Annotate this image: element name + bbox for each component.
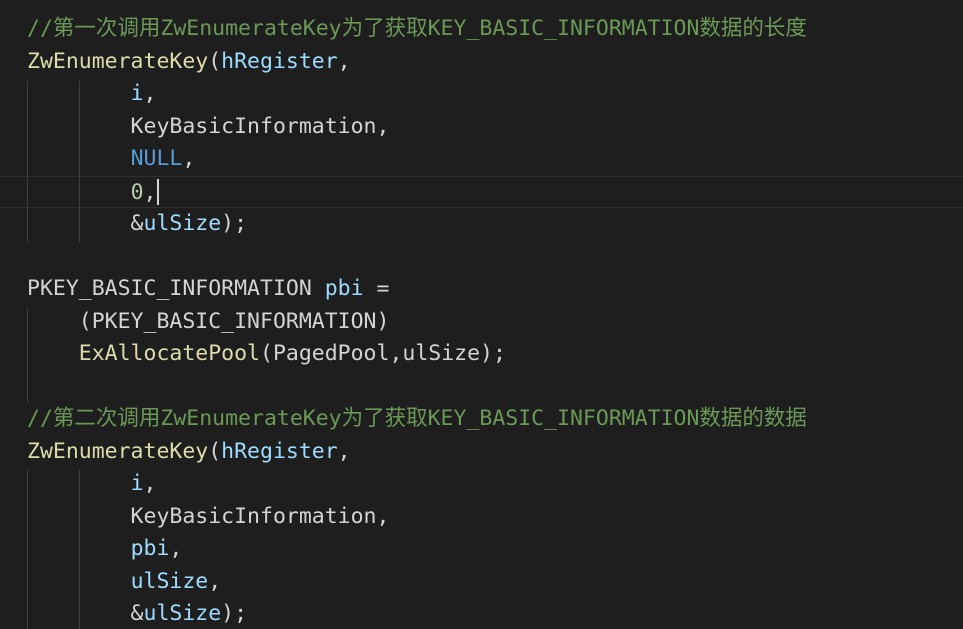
code-text: NULL, — [27, 143, 196, 176]
code-token: , — [143, 471, 157, 496]
code-text: (PKEY_BASIC_INFORMATION) — [27, 306, 390, 339]
code-token: (PagedPool,ulSize); — [260, 341, 506, 366]
code-token: , — [169, 536, 183, 561]
code-line[interactable]: (PKEY_BASIC_INFORMATION) — [0, 306, 963, 339]
code-token: ExAllocatePool — [78, 341, 260, 366]
code-token: ulSize — [143, 211, 222, 236]
code-line[interactable]: ulSize, — [0, 566, 963, 599]
code-token: ulSize — [130, 568, 209, 594]
code-text: i, — [27, 78, 157, 111]
code-text: ulSize, — [27, 566, 222, 599]
code-line[interactable]: NULL, — [0, 143, 963, 176]
indent-guide — [79, 470, 80, 629]
code-line[interactable]: //第一次调用ZwEnumerateKey为了获取KEY_BASIC_INFOR… — [0, 13, 963, 46]
code-token: hRegister — [221, 438, 338, 464]
code-text: KeyBasicInformation, — [27, 111, 390, 144]
indent-guide — [27, 470, 28, 629]
indent-guide — [27, 81, 28, 242]
code-line[interactable]: &ulSize); — [0, 208, 963, 241]
code-line[interactable]: KeyBasicInformation, — [0, 501, 963, 534]
code-text: 0, — [27, 177, 157, 210]
code-token: KeyBasicInformation, — [27, 113, 390, 139]
code-text: ZwEnumerateKey(hRegister, — [27, 46, 351, 79]
code-line[interactable]: i, — [0, 78, 963, 111]
code-token: ZwEnumerateKey — [27, 48, 209, 74]
code-token: i — [130, 471, 144, 496]
code-token: KeyBasicInformation, — [27, 503, 390, 529]
code-token: ( — [208, 48, 222, 74]
code-token: //第一次调用ZwEnumerateKey为了获取KEY_BASIC_INFOR… — [27, 16, 807, 41]
code-line[interactable]: ZwEnumerateKey(hRegister, — [0, 436, 963, 469]
code-token: i — [130, 81, 144, 106]
code-line[interactable] — [0, 241, 963, 274]
code-token: = — [363, 276, 390, 301]
code-token: & — [27, 601, 144, 626]
code-token: ulSize — [143, 601, 222, 626]
code-text: &ulSize); — [27, 208, 248, 241]
indent-guide — [79, 81, 80, 242]
code-line[interactable]: 0, — [0, 175, 963, 210]
code-token: , — [182, 146, 196, 171]
code-token: hRegister — [221, 48, 338, 74]
code-token: , — [337, 48, 351, 74]
code-text: ZwEnumerateKey(hRegister, — [27, 436, 351, 469]
code-line[interactable] — [0, 371, 963, 404]
code-line[interactable]: //第二次调用ZwEnumerateKey为了获取KEY_BASIC_INFOR… — [0, 403, 963, 436]
code-token: pbi — [130, 536, 170, 561]
code-editor[interactable]: //第一次调用ZwEnumerateKey为了获取KEY_BASIC_INFOR… — [0, 0, 963, 629]
code-text: //第一次调用ZwEnumerateKey为了获取KEY_BASIC_INFOR… — [27, 13, 807, 46]
code-line[interactable]: ZwEnumerateKey(hRegister, — [0, 46, 963, 79]
code-token: ZwEnumerateKey — [27, 438, 209, 464]
code-text: &ulSize); — [27, 598, 248, 629]
code-text: PKEY_BASIC_INFORMATION pbi = — [27, 273, 389, 306]
indent-guide — [27, 308, 28, 403]
code-token: 0 — [130, 179, 144, 205]
code-line[interactable]: KeyBasicInformation, — [0, 111, 963, 144]
code-token: (PKEY_BASIC_INFORMATION) — [27, 308, 390, 334]
code-token: , — [337, 438, 351, 464]
text-cursor — [157, 178, 159, 205]
code-line[interactable]: i, — [0, 468, 963, 501]
code-token: NULL — [130, 146, 183, 171]
code-token: ( — [208, 438, 222, 464]
code-text: KeyBasicInformation, — [27, 501, 390, 534]
code-token: , — [143, 81, 157, 106]
code-token: ); — [221, 601, 248, 626]
code-token: //第二次调用ZwEnumerateKey为了获取KEY_BASIC_INFOR… — [27, 406, 807, 431]
code-line[interactable]: PKEY_BASIC_INFORMATION pbi = — [0, 273, 963, 306]
code-line[interactable]: pbi, — [0, 533, 963, 566]
code-token: , — [143, 179, 157, 205]
code-text: i, — [27, 468, 157, 501]
code-text: //第二次调用ZwEnumerateKey为了获取KEY_BASIC_INFOR… — [27, 403, 807, 436]
code-token: , — [208, 568, 222, 594]
code-token: & — [27, 211, 144, 236]
code-token: pbi — [324, 276, 364, 301]
code-token: ); — [221, 211, 248, 236]
code-text: pbi, — [27, 533, 183, 566]
code-line[interactable]: ExAllocatePool(PagedPool,ulSize); — [0, 338, 963, 371]
code-line[interactable]: &ulSize); — [0, 598, 963, 629]
code-token: PKEY_BASIC_INFORMATION — [27, 276, 325, 301]
code-text: ExAllocatePool(PagedPool,ulSize); — [27, 338, 506, 371]
